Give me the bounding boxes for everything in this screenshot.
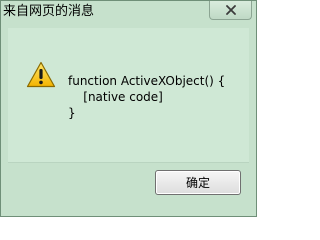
close-icon	[225, 5, 236, 15]
dialog-content: function ActiveXObject() { [native code]…	[8, 28, 249, 162]
dialog-bottom-border	[1, 203, 256, 216]
dialog-footer: 确定	[8, 162, 249, 203]
alert-dialog: 来自网页的消息 function ActiveXObject() { [nati…	[0, 0, 257, 217]
warning-icon	[26, 61, 56, 88]
close-button[interactable]	[209, 1, 252, 20]
dialog-titlebar[interactable]: 来自网页的消息	[1, 1, 256, 25]
dialog-title: 来自网页的消息	[3, 4, 95, 19]
dialog-message: function ActiveXObject() { [native code]…	[68, 74, 226, 120]
ok-button[interactable]: 确定	[155, 170, 241, 195]
